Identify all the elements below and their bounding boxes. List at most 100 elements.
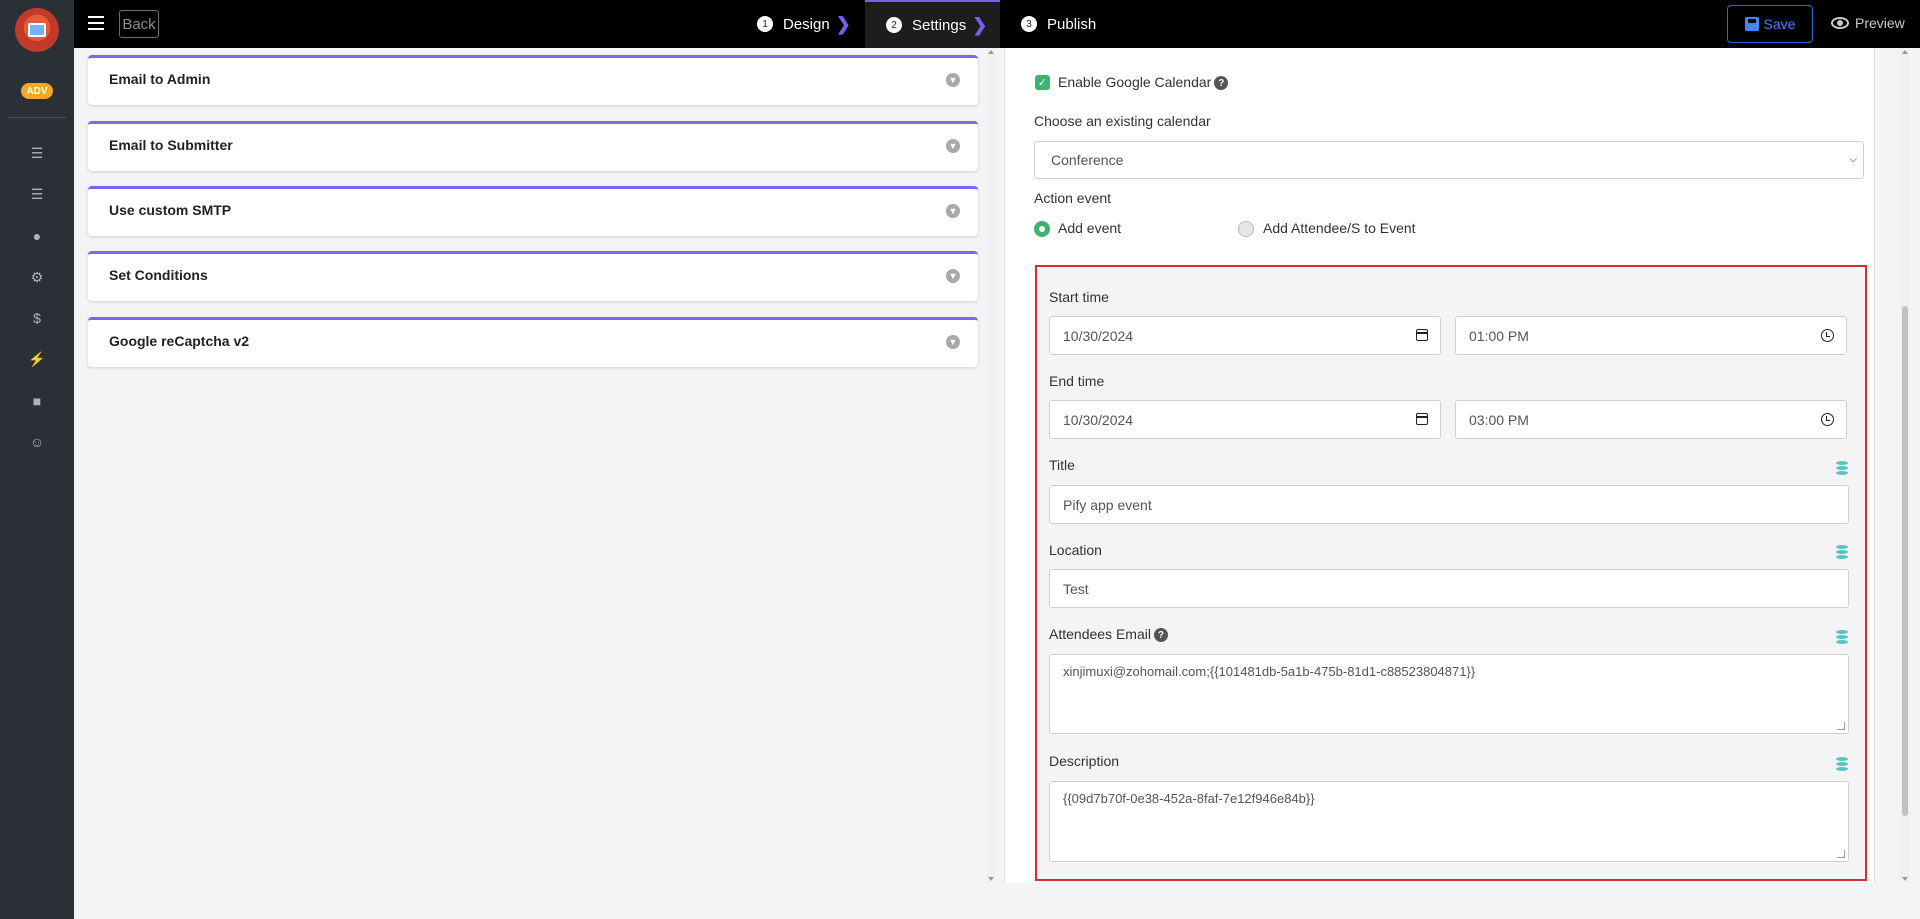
chevron-down-icon: ⌵ [1849,154,1857,165]
step-settings[interactable]: 2 Settings ❯ [865,0,1000,48]
location-label: Location [1049,542,1102,558]
accordion-title: Email to Admin [109,71,211,87]
scroll-down-icon[interactable] [988,877,994,881]
clock-icon[interactable] [1821,329,1834,342]
add-attendee-label: Add Attendee/S to Event [1263,220,1416,236]
list-icon[interactable]: ☰ [27,143,47,163]
choose-calendar-label: Choose an existing calendar [1034,113,1211,129]
add-attendee-radio[interactable] [1238,221,1254,237]
gear-icon[interactable]: ⚙ [27,267,47,287]
step-number: 2 [886,17,902,33]
help-icon[interactable]: ? [1153,628,1168,643]
accordion-email-to-submitter[interactable]: Email to Submitter ▼ [88,121,978,171]
database-icon[interactable] [1836,545,1848,560]
calendar-icon[interactable] [1416,329,1428,341]
accordion-recaptcha[interactable]: Google reCaptcha v2 ▼ [88,317,978,367]
document-icon[interactable]: ■ [27,391,47,411]
start-time-value: 01:00 PM [1469,327,1529,344]
accordion-title: Set Conditions [109,267,208,283]
calendar-select[interactable]: Conference ⌵ [1034,141,1864,179]
start-time-label: Start time [1049,289,1109,305]
end-time-label: End time [1049,373,1105,389]
clock-icon[interactable] [1821,413,1834,426]
add-event-radio[interactable] [1034,221,1050,237]
database-icon[interactable] [1836,757,1848,772]
start-date-input[interactable]: 10/30/2024 [1049,316,1441,355]
step-label: Publish [1047,15,1097,33]
scrollbar-thumb[interactable] [1902,306,1908,816]
save-button[interactable]: Save [1727,5,1813,43]
scroll-down-icon[interactable] [1902,877,1908,881]
user-icon[interactable]: ● [27,226,47,246]
end-time-input[interactable]: 03:00 PM [1455,400,1847,439]
resize-handle[interactable] [1837,850,1845,858]
enable-google-calendar-label: Enable Google Calendar? [1058,74,1229,91]
step-label: Design [783,15,830,33]
sidebar: ADV ☰ ☰ ● ⚙ $ ⚡ ■ ☺ [0,0,74,919]
add-event-label: Add event [1058,220,1122,236]
chevron-down-icon: ▼ [946,269,960,283]
step-number: 1 [757,16,773,32]
enable-label-text: Enable Google Calendar [1058,74,1212,90]
selected-calendar: Conference [1051,152,1124,168]
title-label: Title [1049,457,1075,473]
save-icon [1744,17,1759,31]
plan-badge: ADV [21,83,53,99]
end-date-input[interactable]: 10/30/2024 [1049,400,1441,439]
back-button[interactable]: Back [119,10,159,38]
step-number: 3 [1021,16,1037,32]
start-time-input[interactable]: 01:00 PM [1455,316,1847,355]
chevron-down-icon: ▼ [946,204,960,218]
database-icon[interactable] [1836,630,1848,645]
chevron-down-icon: ▼ [946,73,960,87]
description-value: {{09d7b70f-0e38-452a-8faf-7e12f946e84b}} [1063,791,1315,806]
right-scrollbar[interactable] [1900,48,1910,883]
chevron-down-icon: ▼ [946,139,960,153]
accordion-email-to-admin[interactable]: Email to Admin ▼ [88,55,978,105]
accordion-title: Email to Submitter [109,137,233,153]
left-scrollbar[interactable] [987,48,995,883]
start-date-value: 10/30/2024 [1063,327,1134,344]
checklist-icon[interactable]: ☰ [27,184,47,204]
end-date-value: 10/30/2024 [1063,411,1134,428]
description-textarea[interactable]: {{09d7b70f-0e38-452a-8faf-7e12f946e84b}} [1049,781,1849,862]
accordion-title: Use custom SMTP [109,202,232,218]
plug-icon[interactable]: ⚡ [27,349,47,369]
accordion-title: Google reCaptcha v2 [109,333,250,349]
step-publish[interactable]: 3 Publish [1021,0,1096,48]
attendees-email-textarea[interactable]: xinjimuxi@zohomail.com;{{101481db-5a1b-4… [1049,654,1849,734]
help-icon[interactable]: ? [1214,76,1229,91]
title-input[interactable]: Pify app event [1049,485,1849,524]
attendees-label-text: Attendees Email [1049,626,1151,642]
app-logo[interactable] [15,8,59,52]
menu-icon[interactable] [88,16,104,30]
eye-icon [1831,17,1849,29]
attendees-email-label: Attendees Email? [1049,626,1168,643]
scroll-up-icon[interactable] [988,50,994,54]
accordion-custom-smtp[interactable]: Use custom SMTP ▼ [88,186,978,236]
location-input[interactable]: Test [1049,569,1849,608]
scroll-up-icon[interactable] [1902,50,1908,54]
end-time-value: 03:00 PM [1469,411,1529,428]
action-event-label: Action event [1034,190,1112,206]
monitor-icon [28,23,46,37]
chevron-right-icon: ❯ [972,14,988,35]
chevron-down-icon: ▼ [946,335,960,349]
chevron-right-icon: ❯ [835,13,851,34]
calendar-icon[interactable] [1416,413,1428,425]
description-label: Description [1049,753,1120,769]
resize-handle[interactable] [1837,722,1845,730]
accordion-set-conditions[interactable]: Set Conditions ▼ [88,251,978,301]
preview-label: Preview [1855,15,1905,31]
location-value: Test [1063,580,1089,597]
sidebar-divider [8,117,66,118]
preview-button[interactable]: Preview [1831,10,1905,36]
topbar: Back 1 Design ❯ 2 Settings ❯ 3 Publish S… [74,0,1920,48]
database-icon[interactable] [1836,461,1848,476]
step-label: Settings [912,16,967,34]
smiley-icon[interactable]: ☺ [27,432,47,452]
step-design[interactable]: 1 Design ❯ [757,0,851,48]
dollar-icon[interactable]: $ [27,308,47,328]
save-label: Save [1763,16,1796,32]
enable-google-calendar-checkbox[interactable]: ✓ [1035,75,1050,90]
